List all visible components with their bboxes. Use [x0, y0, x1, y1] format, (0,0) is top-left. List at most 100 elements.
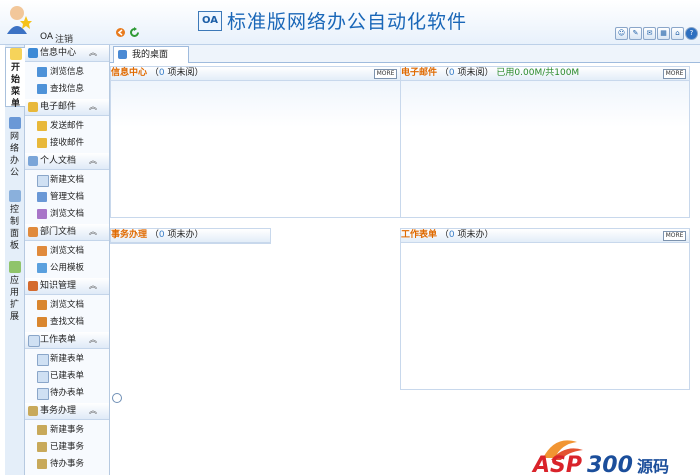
user-name: OA: [40, 32, 54, 42]
menu-group-label: 部门文档: [40, 227, 77, 237]
menu-item-public-template[interactable]: 公用模板: [37, 260, 109, 276]
tab-my-desktop[interactable]: 我的桌面: [113, 46, 189, 63]
menu-item-browse-dept-doc[interactable]: 浏览文档: [37, 243, 109, 259]
menu-item-browse-doc[interactable]: 浏览文档: [37, 206, 109, 222]
menu-item-receive-mail[interactable]: 接收邮件: [37, 135, 109, 151]
menu-item-label: 浏览信息: [50, 67, 85, 77]
panel-info-center: 信息中心 （0 项未阅） MORE: [110, 66, 401, 218]
menu-item-label: 待办表单: [50, 388, 85, 398]
panel-count-suffix: 项未阅）: [457, 68, 494, 78]
menu-item-browse-knowledge[interactable]: 浏览文档: [37, 297, 109, 313]
menu-item-send-mail[interactable]: 发送邮件: [37, 118, 109, 134]
collapse-icon[interactable]: ︽: [89, 332, 97, 348]
menu-item-label: 已建事务: [50, 442, 85, 452]
home-icon[interactable]: ⌂: [671, 27, 684, 40]
menu-group-personal-docs[interactable]: 个人文档 ︽: [25, 153, 109, 170]
menu-item-pending-forms[interactable]: 待办表单: [37, 385, 109, 401]
panel-header: 信息中心 （0 项未阅） MORE: [111, 67, 400, 81]
send-mail-icon: [37, 121, 47, 131]
menu-item-new-form[interactable]: 新建表单: [37, 351, 109, 367]
mail-quota: 已用0.00M/共100M: [496, 68, 580, 78]
mail-icon[interactable]: ✉: [643, 27, 656, 40]
menu-item-manage-doc[interactable]: 管理文档: [37, 189, 109, 205]
chat-icon[interactable]: ☺: [615, 27, 628, 40]
menu-group-info-center[interactable]: 信息中心 ︽: [25, 45, 109, 62]
site-watermark-logo: ASP 300 源码: [531, 440, 669, 475]
zoom-icon[interactable]: [112, 393, 122, 403]
menu-group-knowledge[interactable]: 知识管理 ︽: [25, 278, 109, 295]
panel-title[interactable]: 工作表单: [401, 230, 437, 240]
menu-item-browse-info[interactable]: 浏览信息: [37, 64, 109, 80]
collapse-icon[interactable]: ︽: [89, 278, 97, 294]
new-affair-icon: [37, 425, 47, 435]
svg-text:300: 300: [587, 453, 633, 475]
menu-item-created-forms[interactable]: 已建表单: [37, 368, 109, 384]
panel-affairs: 事务办理 （0 项未办）: [110, 228, 271, 244]
panel-title[interactable]: 信息中心: [111, 68, 147, 78]
menu-group-email[interactable]: 电子邮件 ︽: [25, 99, 109, 116]
knowledge-icon: [28, 281, 38, 291]
menu-item-pending-affairs[interactable]: 待办事务: [37, 456, 109, 472]
document-icon: [28, 156, 38, 166]
browse-doc-icon: [37, 246, 47, 256]
template-icon: [37, 263, 47, 273]
collapse-icon[interactable]: ︽: [89, 403, 97, 419]
panel-title[interactable]: 事务办理: [111, 230, 147, 240]
bulb-icon: [9, 48, 22, 60]
user-avatar-icon: [7, 6, 32, 34]
mail-icon: [28, 102, 38, 112]
menu-group-work-forms[interactable]: 工作表单 ︽: [25, 332, 109, 349]
panel-header: 电子邮件 （0 项未阅） 已用0.00M/共100M MORE: [401, 67, 689, 81]
help-icon[interactable]: ?: [685, 27, 698, 40]
panel-count-suffix: 项未办）: [457, 230, 494, 240]
menu-group-affairs[interactable]: 事务办理 ︽: [25, 403, 109, 420]
logout-link[interactable]: 注销: [55, 32, 73, 45]
vtab-app-extensions[interactable]: 应 用 扩 展: [5, 261, 24, 322]
menu-item-new-doc[interactable]: 新建文档: [37, 172, 109, 188]
collapse-icon[interactable]: ︽: [89, 153, 97, 169]
panel-count: 0: [158, 68, 165, 78]
created-affair-icon: [37, 442, 47, 452]
more-button[interactable]: MORE: [663, 69, 686, 79]
collapse-icon[interactable]: ︽: [89, 99, 97, 115]
new-form-icon: [37, 354, 49, 366]
panel-count-open: （: [439, 68, 449, 78]
menu-item-label: 浏览文档: [50, 300, 85, 310]
panel-count-open: （: [149, 68, 159, 78]
globe-icon: [28, 48, 38, 58]
calendar-icon[interactable]: ▦: [657, 27, 670, 40]
tab-strip: 我的桌面: [110, 45, 700, 63]
vtab-network-office[interactable]: 网 络 办 公: [5, 117, 24, 178]
menu-group-dept-docs[interactable]: 部门文档 ︽: [25, 224, 109, 241]
menu-item-label: 待办事务: [50, 459, 85, 469]
menu-item-search-info[interactable]: 查找信息: [37, 81, 109, 97]
menu-item-search-knowledge[interactable]: 查找文档: [37, 314, 109, 330]
menu-item-new-affair[interactable]: 新建事务: [37, 422, 109, 438]
svg-text:源码: 源码: [637, 457, 669, 475]
menu-group-label: 个人文档: [40, 156, 77, 166]
panel-count: 0: [158, 230, 165, 240]
vtab-control-panel[interactable]: 控 制 面 板: [5, 190, 24, 251]
menu-item-label: 公用模板: [50, 263, 85, 273]
more-button[interactable]: MORE: [663, 231, 686, 241]
menu-item-label: 查找文档: [50, 317, 85, 327]
menu-group-label: 工作表单: [40, 335, 77, 345]
menu-item-label: 浏览文档: [50, 209, 85, 219]
desktop-icon: [118, 50, 127, 59]
manage-doc-icon: [37, 192, 47, 202]
panel-count-suffix: 项未办）: [167, 230, 204, 240]
menu-item-label: 发送邮件: [50, 121, 85, 131]
panel-title[interactable]: 电子邮件: [401, 68, 437, 78]
vtab-start-menu[interactable]: 开 始 菜 单: [5, 47, 25, 109]
browse-icon: [37, 67, 47, 77]
collapse-icon[interactable]: ︽: [89, 224, 97, 240]
refresh-icon[interactable]: [129, 27, 140, 38]
vtab-label: 应 用 扩 展: [9, 276, 19, 322]
back-icon[interactable]: [115, 27, 126, 38]
menu-item-created-affairs[interactable]: 已建事务: [37, 439, 109, 455]
control-icon: [8, 190, 21, 202]
collapse-icon[interactable]: ︽: [89, 45, 97, 61]
more-button[interactable]: MORE: [374, 69, 397, 79]
search-doc-icon: [37, 317, 47, 327]
edit-icon[interactable]: ✎: [629, 27, 642, 40]
